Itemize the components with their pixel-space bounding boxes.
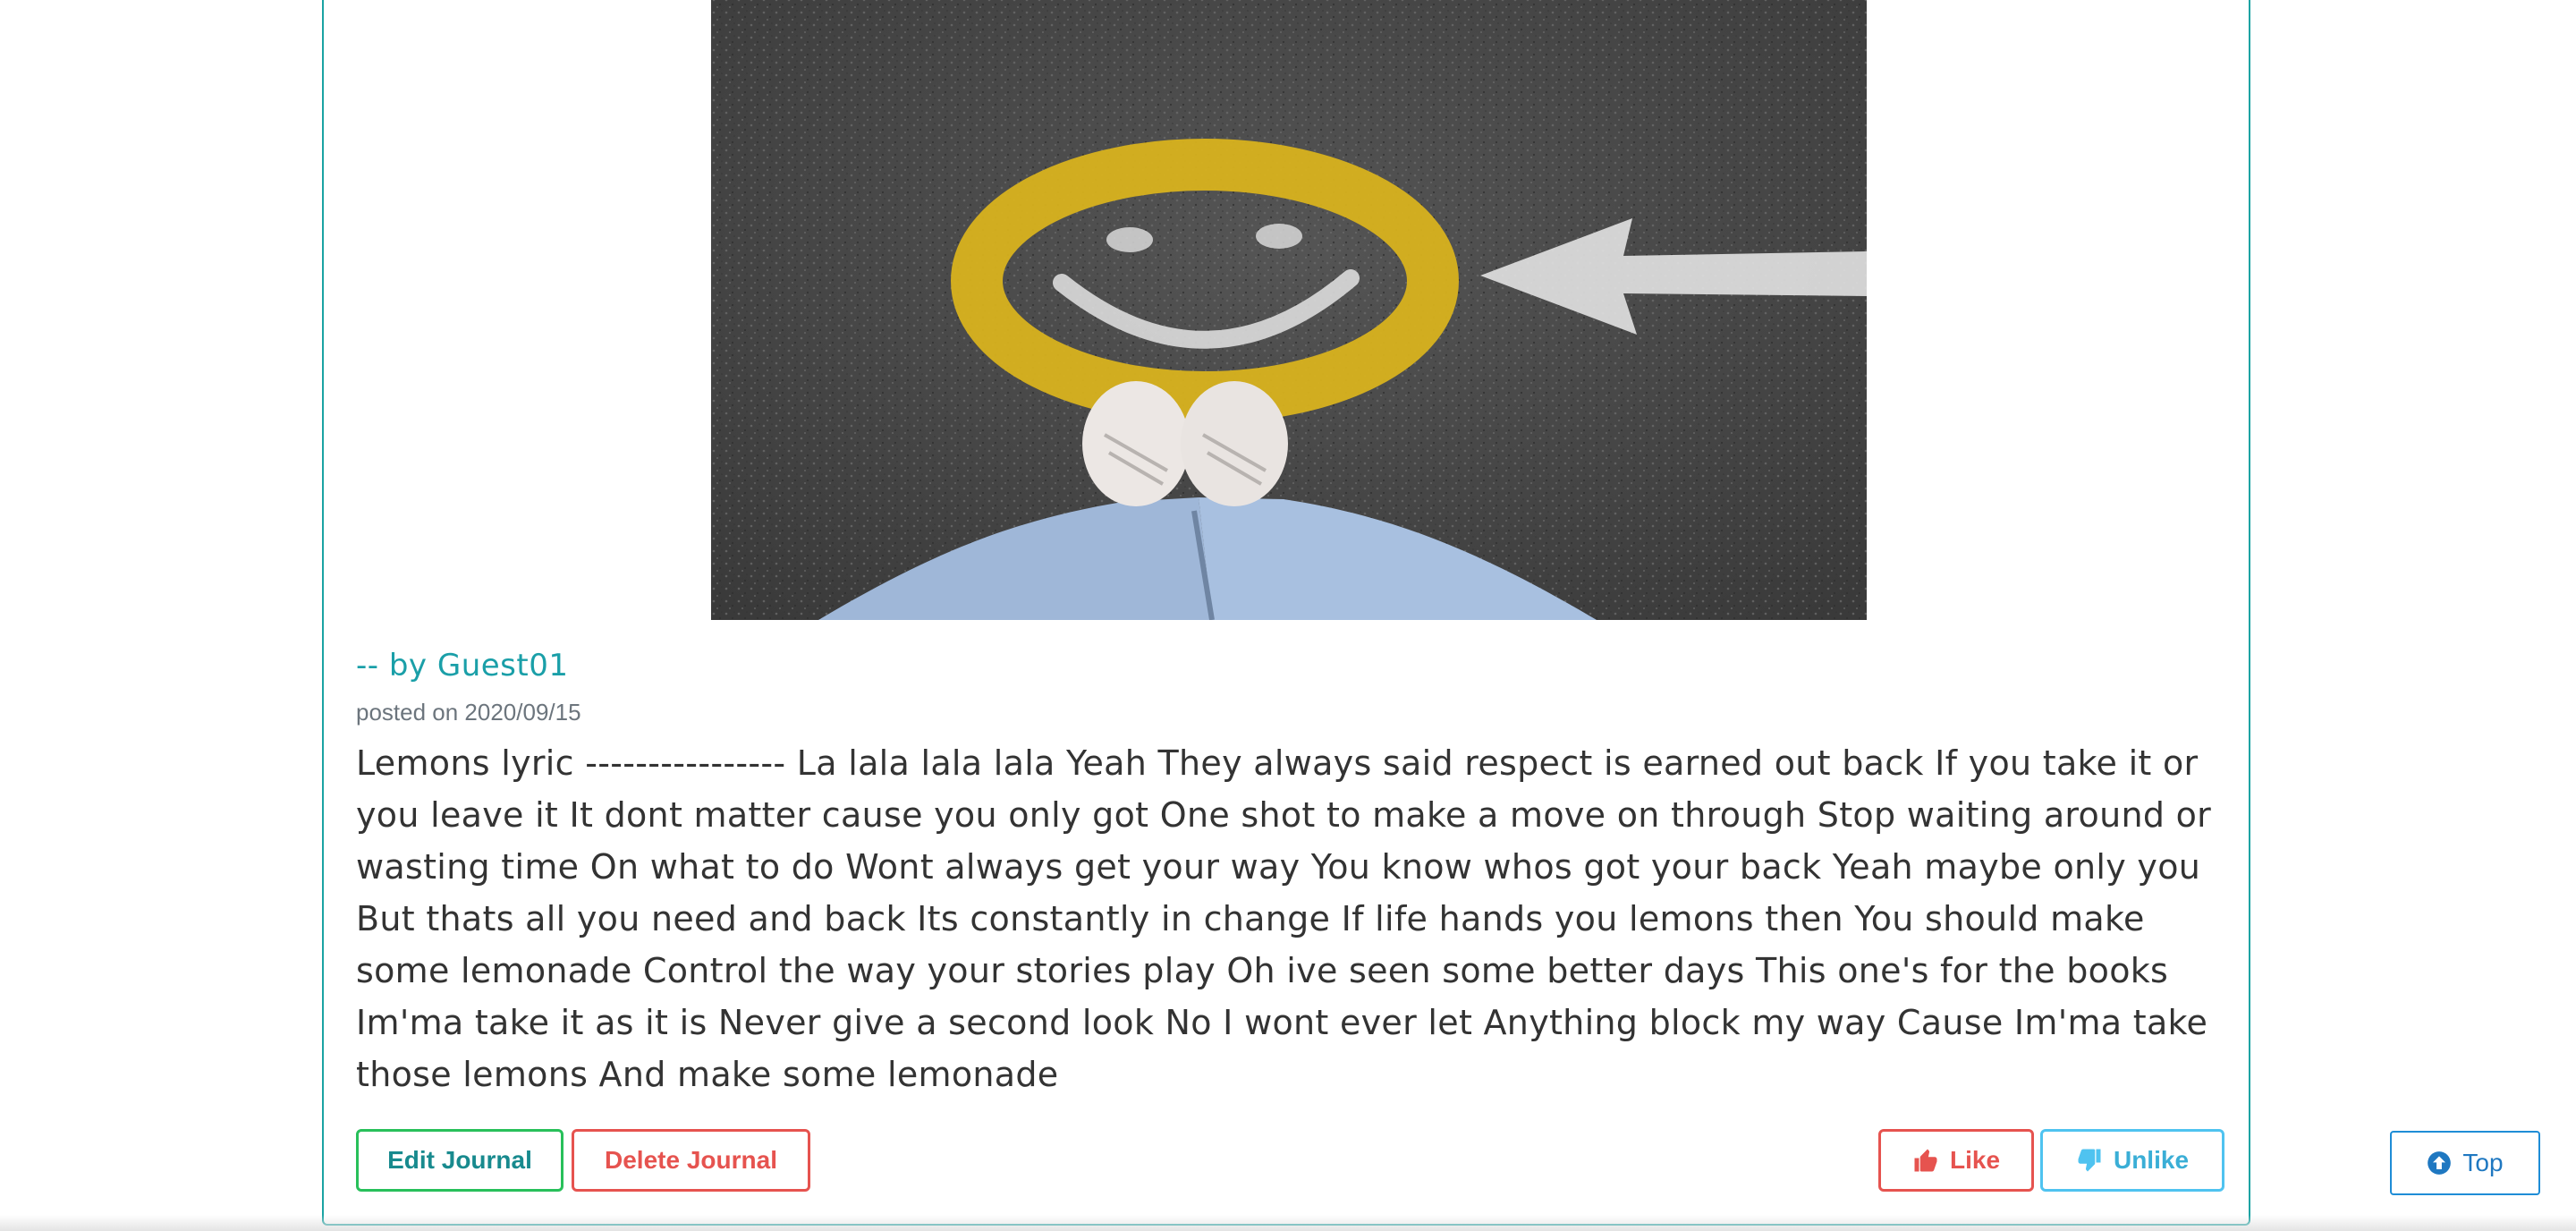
delete-journal-button[interactable]: Delete Journal [572,1129,810,1192]
page: -- by Guest01 posted on 2020/09/15 Lemon… [0,0,2576,1231]
journal-photo [711,0,1867,620]
post-author: -- by Guest01 [356,648,569,683]
arrow-circle-up-icon [2427,1150,2452,1176]
delete-journal-label: Delete Journal [605,1146,777,1174]
post-body: Lemons lyric ---------------- La lala la… [356,743,2212,1094]
like-label: Like [1949,1146,2001,1174]
scroll-top-label: Top [2462,1149,2504,1176]
unlike-button[interactable]: Unlike [2040,1129,2224,1192]
scroll-top-button[interactable]: Top [2390,1131,2540,1195]
edit-journal-label: Edit Journal [387,1146,532,1174]
thumbs-down-icon [2076,1147,2103,1174]
like-button[interactable]: Like [1878,1129,2034,1192]
unlike-label: Unlike [2113,1146,2190,1174]
bottom-shadow [0,1215,2576,1231]
thumbs-up-icon [1912,1147,1939,1174]
edit-journal-button[interactable]: Edit Journal [356,1129,564,1192]
journal-card: -- by Guest01 posted on 2020/09/15 Lemon… [322,0,2250,1226]
post-date: posted on 2020/09/15 [356,699,581,726]
